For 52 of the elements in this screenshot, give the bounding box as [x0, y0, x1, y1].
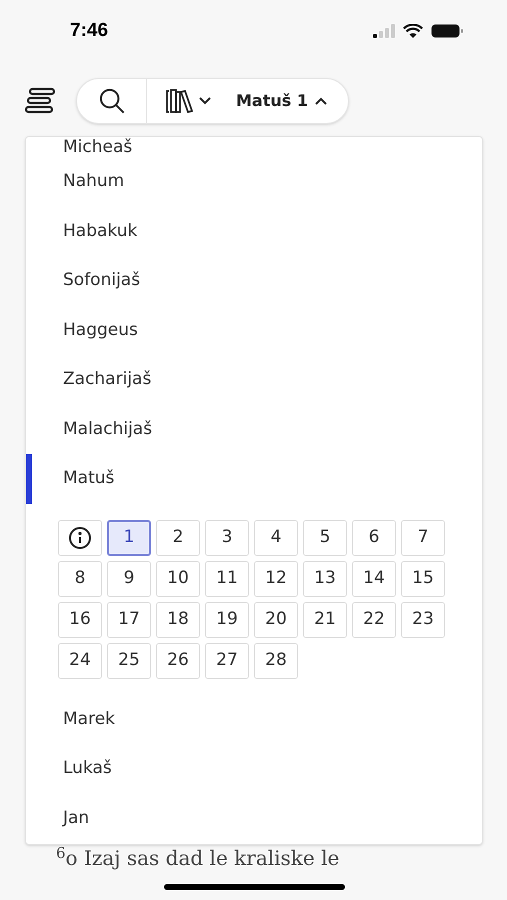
book-item[interactable]: Lukaš [26, 744, 482, 794]
chapter-button[interactable]: 13 [303, 560, 347, 596]
book-item[interactable]: Malachijaš [26, 404, 482, 454]
chapter-button[interactable]: 26 [156, 642, 200, 678]
book-item[interactable]: Sofonijaš [26, 256, 482, 306]
chevron-down-icon [198, 96, 212, 106]
search-icon [98, 87, 126, 115]
books-icon [165, 88, 195, 114]
chapter-button[interactable]: 17 [107, 602, 151, 638]
book-item[interactable]: Haggeus [26, 306, 482, 355]
chapter-button[interactable]: 4 [254, 520, 298, 556]
chapter-button[interactable]: 19 [205, 602, 249, 638]
chapter-button[interactable]: 24 [58, 642, 102, 678]
wifi-icon [403, 24, 423, 38]
chapter-button[interactable]: 15 [401, 560, 445, 596]
chapter-button[interactable]: 28 [254, 642, 298, 678]
book-item[interactable]: Marek [26, 694, 482, 744]
verse-text: $^{6}$o Izaj sas dad le kraliske le [56, 846, 340, 870]
chapter-button[interactable]: 7 [401, 520, 445, 556]
menu-icon [24, 87, 56, 115]
chapter-button[interactable]: 3 [205, 520, 249, 556]
book-item[interactable]: Nahum [26, 157, 482, 206]
chapter-button[interactable]: 27 [205, 642, 249, 678]
chapter-button[interactable]: 1 [107, 520, 151, 556]
chapter-button[interactable]: 11 [205, 560, 249, 596]
book-item[interactable]: Matuš [26, 454, 482, 504]
chevron-up-icon [314, 96, 328, 106]
chapter-button[interactable]: 20 [254, 602, 298, 638]
battery-icon [431, 24, 463, 38]
status-time: 7:46 [70, 18, 108, 43]
chapter-button[interactable]: 25 [107, 642, 151, 678]
chapter-button[interactable]: 2 [156, 520, 200, 556]
chapter-button[interactable]: 21 [303, 602, 347, 638]
chapter-button[interactable]: 12 [254, 560, 298, 596]
book-item[interactable]: Habakuk [26, 206, 482, 256]
info-icon [68, 526, 92, 550]
book-item[interactable]: Jan [26, 794, 482, 843]
chapter-button[interactable]: 16 [58, 602, 102, 638]
book-item[interactable]: Micheaš [26, 137, 482, 157]
chapter-button[interactable]: 22 [352, 602, 396, 638]
chapter-button[interactable]: 6 [352, 520, 396, 556]
chapter-button[interactable]: 9 [107, 560, 151, 596]
chapter-button[interactable]: 8 [58, 560, 102, 596]
signal-icon [373, 24, 395, 38]
chapter-selector[interactable]: Matuš 1 [222, 79, 348, 123]
chapter-button[interactable]: 18 [156, 602, 200, 638]
chapter-button[interactable]: 10 [156, 560, 200, 596]
book-item[interactable]: Zacharijaš [26, 355, 482, 404]
info-button[interactable] [58, 520, 102, 556]
chapter-button[interactable]: 5 [303, 520, 347, 556]
chapter-button[interactable]: 14 [352, 560, 396, 596]
chapter-button[interactable]: 23 [401, 602, 445, 638]
